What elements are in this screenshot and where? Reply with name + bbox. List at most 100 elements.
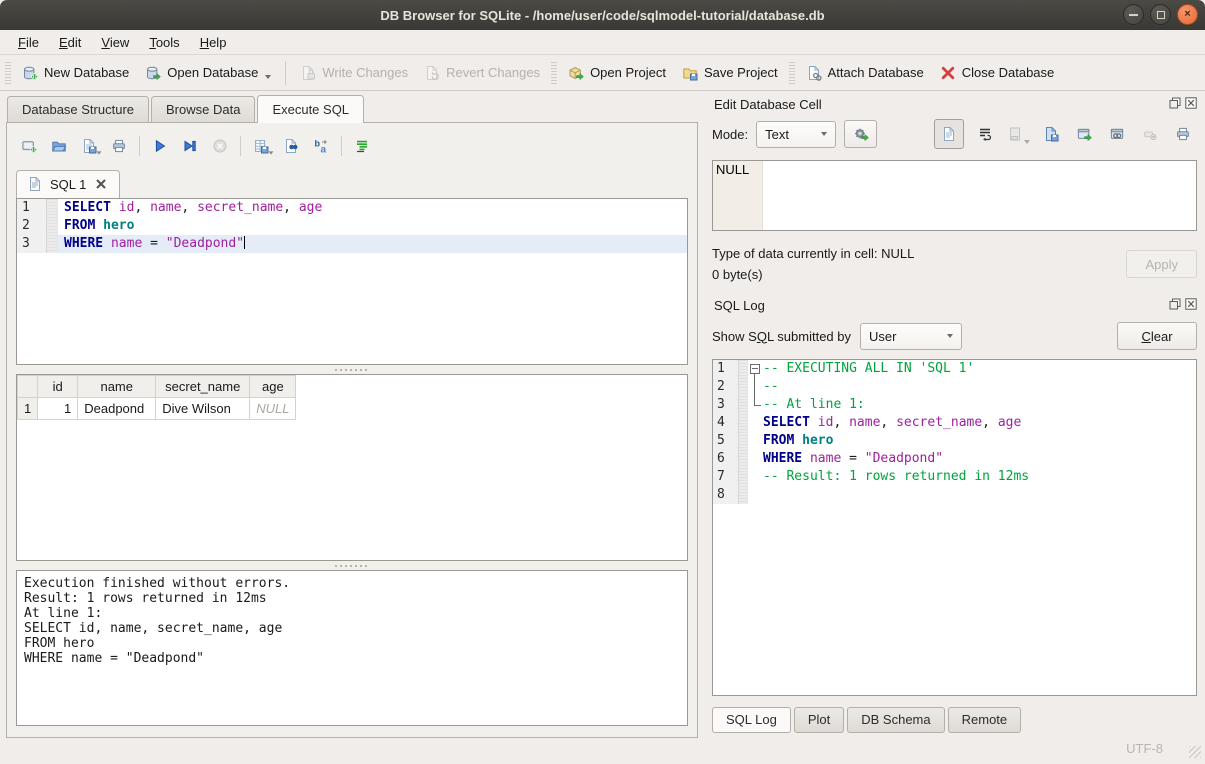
attach-database-label: Attach Database	[828, 65, 924, 80]
table-corner	[18, 376, 38, 398]
find-replace-icon: ba	[313, 138, 329, 154]
text-mode-button[interactable]	[934, 119, 964, 149]
main-toolbar: New DatabaseOpen DatabaseWrite ChangesRe…	[0, 54, 1205, 91]
splitter-handle[interactable]	[16, 561, 688, 570]
sql-tab[interactable]: SQL 1	[16, 170, 120, 198]
fold-box-icon[interactable]	[748, 360, 763, 378]
open-in-external-button[interactable]	[1072, 122, 1096, 146]
db-new-icon	[22, 65, 38, 81]
print-sql-button[interactable]	[106, 134, 132, 158]
svg-text:a: a	[321, 145, 327, 155]
fold-margin	[47, 235, 58, 253]
log-code-line: SELECT id, name, secret_name, age	[763, 414, 1196, 432]
fold-pipe-icon[interactable]	[748, 378, 763, 396]
column-header-secret_name[interactable]: secret_name	[156, 376, 250, 398]
menu-file[interactable]: File	[8, 32, 49, 53]
dock-tab-plot[interactable]: Plot	[794, 707, 844, 733]
column-header-name[interactable]: name	[78, 376, 156, 398]
sql-editor[interactable]: 1SELECT id, name, secret_name, age2FROM …	[16, 198, 688, 365]
float-dock-icon[interactable]	[1168, 96, 1181, 109]
tab-database-structure[interactable]: Database Structure	[7, 96, 149, 123]
menu-edit[interactable]: Edit	[49, 32, 91, 53]
toolbar-drag-handle[interactable]	[789, 62, 795, 84]
revert-changes-label: Revert Changes	[446, 65, 540, 80]
apply-button[interactable]: Apply	[1126, 250, 1197, 278]
open-database-button[interactable]: Open Database	[137, 60, 279, 86]
print-cell-icon	[1175, 126, 1191, 142]
code-line: SELECT id, name, secret_name, age	[58, 199, 687, 217]
dock-tab-remote[interactable]: Remote	[948, 707, 1022, 733]
toolbar-drag-handle[interactable]	[5, 62, 11, 84]
fold-spacer	[748, 486, 763, 504]
right-dock: Edit Database Cell Mode: Text NULL Type	[702, 91, 1205, 733]
row-header[interactable]: 1	[18, 398, 38, 420]
dock-tab-db-schema[interactable]: DB Schema	[847, 707, 944, 733]
new-database-label: New Database	[44, 65, 129, 80]
save-sql-file-button[interactable]	[76, 134, 102, 158]
save-project-button[interactable]: Save Project	[674, 60, 786, 86]
close-database-button[interactable]: Close Database	[932, 60, 1063, 86]
line-number: 3	[713, 396, 739, 414]
mode-select[interactable]: Text	[756, 121, 836, 148]
float-dock-icon[interactable]	[1168, 297, 1181, 310]
column-header-age[interactable]: age	[250, 376, 296, 398]
save-sql-file-icon	[81, 138, 97, 154]
new-database-button[interactable]: New Database	[14, 60, 137, 86]
auto-apply-button[interactable]	[844, 120, 877, 148]
close-tab-icon[interactable]	[93, 176, 109, 192]
menu-tools[interactable]: Tools	[139, 32, 189, 53]
cell-name[interactable]: Deadpond	[78, 398, 156, 420]
editor-line: 1SELECT id, name, secret_name, age	[17, 199, 687, 217]
close-button[interactable]: ×	[1177, 4, 1198, 25]
open-url-button[interactable]	[1105, 122, 1129, 146]
menu-help[interactable]: Help	[190, 32, 237, 53]
find-replace-button[interactable]: ba	[308, 134, 334, 158]
export-results-button[interactable]	[248, 134, 274, 158]
new-sql-tab-button[interactable]	[16, 134, 42, 158]
tab-execute-sql[interactable]: Execute SQL	[257, 95, 364, 123]
execute-current-line-button[interactable]	[177, 134, 203, 158]
execute-all-button[interactable]	[147, 134, 173, 158]
clear-button[interactable]: Clear	[1117, 322, 1197, 350]
fold-margin	[739, 468, 748, 486]
submitter-select[interactable]: User	[860, 323, 962, 350]
close-dock-icon[interactable]	[1184, 297, 1197, 310]
find-button[interactable]	[278, 134, 304, 158]
submitter-value: User	[869, 329, 896, 344]
attach-database-button[interactable]: Attach Database	[798, 60, 932, 86]
toolbar-separator	[285, 61, 286, 85]
dock-tab-sql-log[interactable]: SQL Log	[712, 707, 791, 733]
word-wrap-button[interactable]	[973, 122, 997, 146]
cell-editor[interactable]: NULL	[712, 160, 1197, 231]
log-code-line: -- At line 1:	[763, 396, 1196, 414]
fold-end-icon[interactable]	[748, 396, 763, 414]
close-dock-icon[interactable]	[1184, 96, 1197, 109]
cell-secret_name[interactable]: Dive Wilson	[156, 398, 250, 420]
maximize-button[interactable]	[1150, 4, 1171, 25]
open-sql-file-button[interactable]	[46, 134, 72, 158]
cell-id[interactable]: 1	[38, 398, 78, 420]
cell-type-text: Type of data currently in cell: NULL	[712, 243, 1126, 264]
sql-log-view[interactable]: 1-- EXECUTING ALL IN 'SQL 1'2--3-- At li…	[712, 359, 1197, 696]
splitter-handle[interactable]	[16, 365, 688, 374]
cell-age[interactable]: NULL	[250, 398, 296, 420]
sql-tabbar: SQL 1	[16, 169, 688, 198]
column-header-id[interactable]: id	[38, 376, 78, 398]
sql-file-icon	[27, 176, 43, 192]
resize-grip[interactable]	[1189, 746, 1201, 758]
editor-line: 3WHERE name = "Deadpond"	[17, 235, 687, 253]
open-project-button[interactable]: Open Project	[560, 60, 674, 86]
log-line: 8	[713, 486, 1196, 504]
find-icon	[283, 138, 299, 154]
menu-view[interactable]: View	[91, 32, 139, 53]
line-number: 2	[713, 378, 739, 396]
toolbar-drag-handle[interactable]	[551, 62, 557, 84]
print-cell-button[interactable]	[1171, 122, 1195, 146]
print-sql-icon	[111, 138, 127, 154]
menubar: FileEditViewToolsHelp	[0, 30, 1205, 54]
format-sql-button[interactable]	[349, 134, 375, 158]
export-data-button[interactable]	[1039, 122, 1063, 146]
fold-spacer	[748, 450, 763, 468]
tab-browse-data[interactable]: Browse Data	[151, 96, 255, 123]
minimize-button[interactable]	[1123, 4, 1144, 25]
